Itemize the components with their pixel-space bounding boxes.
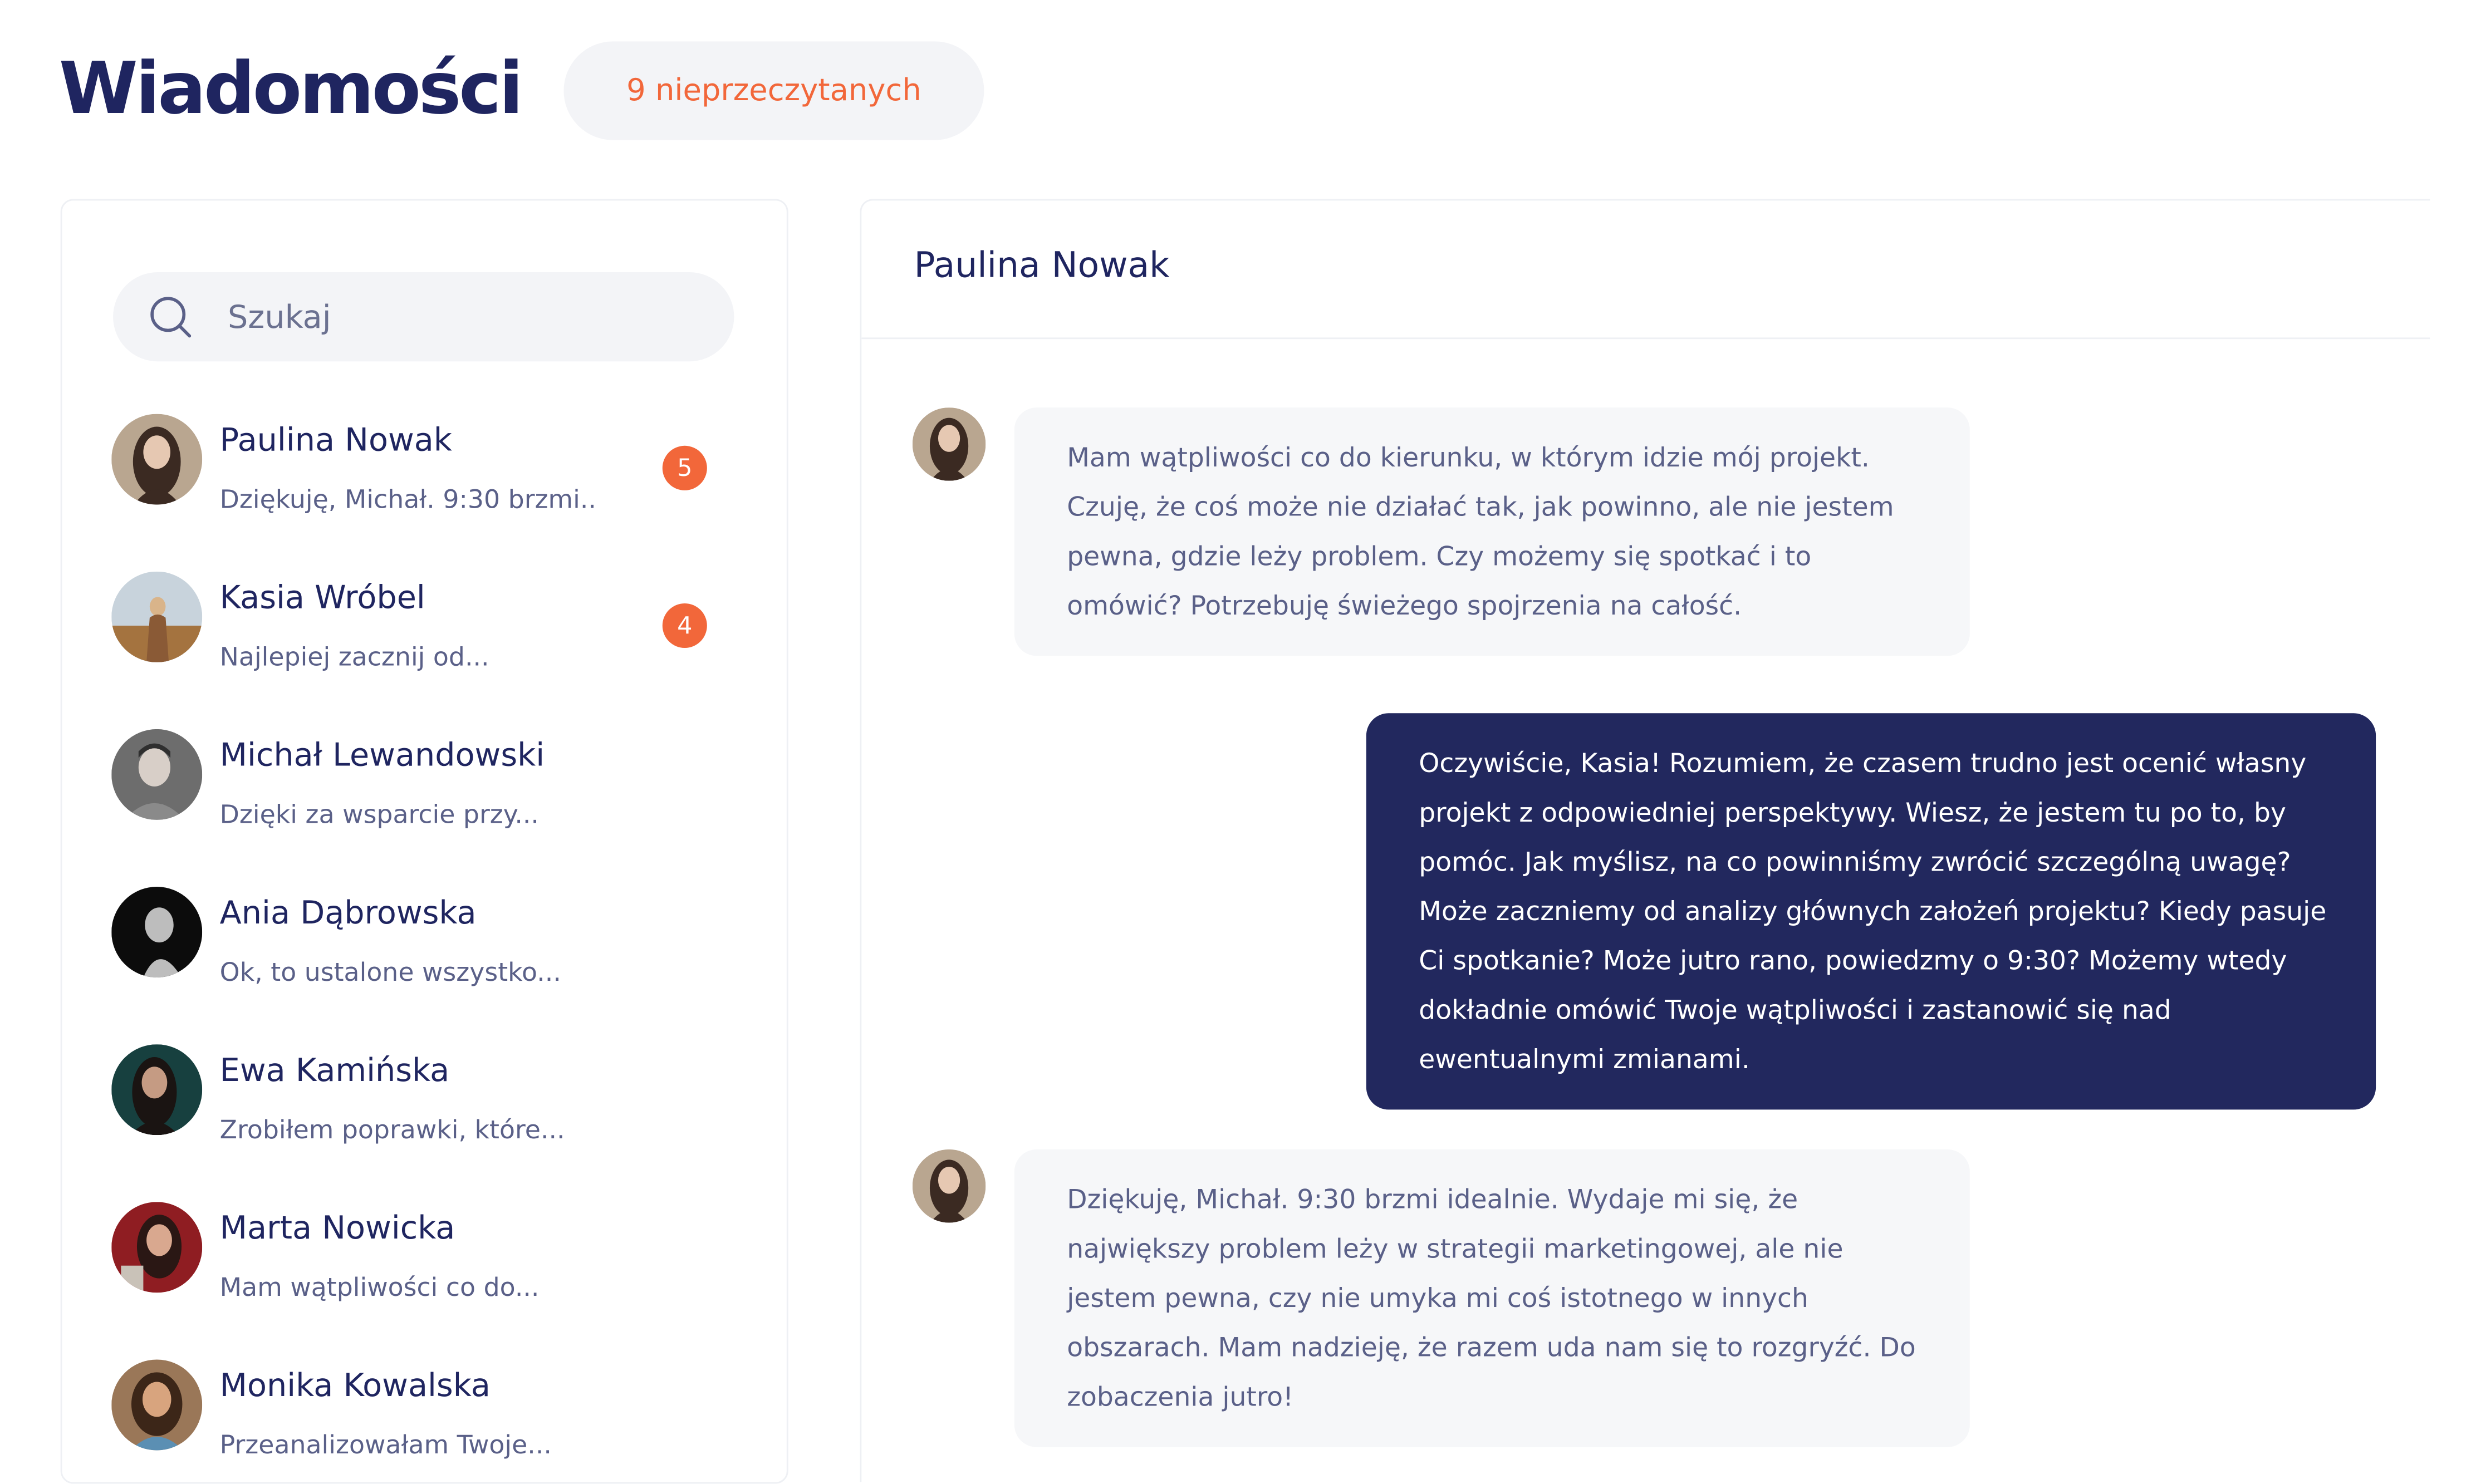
message-preview: Zrobiłem poprawki, które... [219,1114,565,1145]
message-preview: Najlepiej zacznij od... [219,641,489,672]
chat-contact-name: Paulina Nowak [914,247,1170,287]
contact-name: Ania Dąbrowska [219,893,477,932]
message-preview: Dziękuję, Michał. 9:30 brzmi.. [219,484,596,514]
contact-name: Marta Nowicka [219,1208,455,1247]
conversation-item-michal-lewandowski[interactable]: Michał Lewandowski Dzięki za wsparcie pr… [111,729,748,844]
contact-name: Ewa Kamińska [219,1050,450,1089]
unread-badge: 4 [662,603,707,648]
avatar [111,887,203,978]
avatar [111,1359,203,1451]
avatar [111,1202,203,1293]
conversation-item-kasia-wrobel[interactable]: Kasia Wróbel Najlepiej zacznij od... 4 [111,571,748,686]
messages-page: Wiadomości 9 nieprzeczytanych Paulina No… [0,0,2476,1484]
page-title: Wiadomości [58,46,523,131]
unread-badge: 5 [662,445,707,490]
contact-name: Paulina Nowak [219,420,452,459]
conversation-list-panel: Paulina Nowak Dziękuję, Michał. 9:30 brz… [60,199,788,1484]
message-bubble-incoming: Mam wątpliwości co do kierunku, w którym… [1014,407,1970,656]
message-preview: Dzięki za wsparcie przy... [219,799,539,830]
avatar [111,1044,203,1136]
search-icon [150,297,192,338]
chat-panel: Paulina Nowak Mam wątpliwości co do kier… [860,199,2430,1482]
avatar [111,414,203,505]
search-box[interactable] [113,272,734,362]
message-preview: Ok, to ustalone wszystko... [219,956,561,987]
message-bubble-outgoing: Oczywiście, Kasia! Rozumiem, że czasem t… [1366,713,2376,1110]
conversation-item-paulina-nowak[interactable]: Paulina Nowak Dziękuję, Michał. 9:30 brz… [111,414,748,529]
sender-avatar [912,407,986,481]
message-preview: Mam wątpliwości co do... [219,1272,540,1303]
contact-name: Kasia Wróbel [219,578,425,616]
avatar [111,571,203,662]
message-preview: Przeanalizowałam Twoje... [219,1429,552,1460]
conversation-item-ewa-kaminska[interactable]: Ewa Kamińska Zrobiłem poprawki, które... [111,1044,748,1159]
avatar [111,729,203,820]
unread-count-badge[interactable]: 9 nieprzeczytanych [563,41,984,140]
contact-name: Michał Lewandowski [219,735,545,774]
conversation-item-ania-dabrowska[interactable]: Ania Dąbrowska Ok, to ustalone wszystko.… [111,887,748,1001]
conversation-item-marta-nowicka[interactable]: Marta Nowicka Mam wątpliwości co do... [111,1202,748,1316]
sender-avatar [912,1149,986,1223]
contact-name: Monika Kowalska [219,1365,491,1404]
chat-header: Paulina Nowak [861,200,2430,340]
search-input[interactable] [227,272,705,362]
conversation-item-monika-kowalska[interactable]: Monika Kowalska Przeanalizowałam Twoje..… [111,1359,748,1474]
message-bubble-incoming: Dziękuję, Michał. 9:30 brzmi idealnie. W… [1014,1149,1970,1447]
